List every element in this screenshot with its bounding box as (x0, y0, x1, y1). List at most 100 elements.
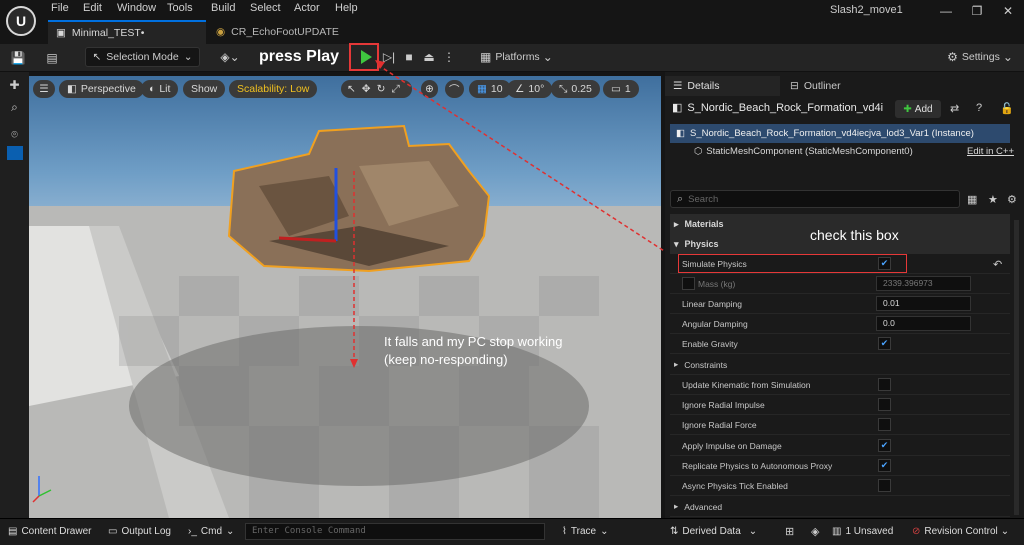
property-row: Update Kinematic from Simulation (670, 375, 1010, 395)
add-component-button[interactable]: ✚ Add (895, 100, 941, 118)
ignore-radial-impulse-checkbox[interactable] (878, 398, 891, 411)
mass-row: Mass (kg) 2339.396973 (670, 274, 1010, 294)
chevron-down-icon: ⌄ (1000, 526, 1010, 537)
content-drawer-label: Content Drawer (21, 526, 92, 537)
ignore-radial-force-checkbox[interactable] (878, 418, 891, 431)
enable-gravity-label: Enable Gravity (682, 338, 738, 349)
output-log-label: Output Log (121, 526, 171, 537)
apply-impulse-label: Apply Impulse on Damage (682, 440, 782, 451)
mass-override-checkbox[interactable] (682, 277, 695, 290)
details-tab-label: Details (687, 80, 720, 92)
output-log-button[interactable]: ▭ Output Log (108, 526, 171, 537)
enable-gravity-row: Enable Gravity ✔ (670, 334, 1010, 354)
console-placeholder: Enter Console Command (252, 526, 366, 536)
network-icon[interactable]: ⊞ (785, 525, 794, 538)
notification-icon[interactable]: ◈ (811, 525, 819, 538)
help-icon[interactable]: ? (976, 102, 982, 114)
details-scrollbar[interactable] (1014, 220, 1019, 515)
property-row: Replicate Physics to Autonomous Proxy ✔ (670, 456, 1010, 476)
content-drawer-button[interactable]: ▤ Content Drawer (8, 526, 91, 537)
search-placeholder: Search (688, 193, 719, 205)
property-row: Ignore Radial Force (670, 415, 1010, 435)
linear-damping-label: Linear Damping (682, 298, 743, 309)
constraints-label: Constraints (684, 359, 728, 370)
async-physics-checkbox[interactable] (878, 479, 891, 492)
chevron-right-icon: ▸ (674, 218, 679, 229)
content-drawer-icon: ▤ (8, 526, 18, 537)
revision-control-dropdown[interactable]: ⊘ Revision Control ⌄ (912, 526, 1009, 537)
angular-damping-input[interactable]: 0.0 (876, 316, 971, 331)
async-physics-label: Async Physics Tick Enabled (682, 480, 788, 491)
output-log-icon: ▭ (108, 526, 118, 537)
search-icon: ⌕ (677, 192, 684, 205)
advanced-label: Advanced (684, 501, 723, 512)
static-mesh-icon: ⬡ (694, 146, 703, 157)
instance-label: S_Nordic_Beach_Rock_Formation_vd4iecjva_… (689, 128, 974, 139)
advanced-row[interactable]: ▸ Advanced (670, 497, 1010, 517)
trace-dropdown[interactable]: ⌇ Trace ⌄ (562, 526, 608, 537)
physics-label: Physics (684, 239, 719, 249)
edit-in-cpp-link[interactable]: Edit in C++ (967, 146, 1014, 157)
apply-impulse-checkbox[interactable]: ✔ (878, 439, 891, 452)
actor-icon: ◧ (676, 128, 685, 139)
property-row: Ignore Radial Impulse (670, 395, 1010, 415)
settings-gear-icon[interactable]: ⚙ (1007, 193, 1017, 206)
actor-name: ◧ S_Nordic_Beach_Rock_Formation_vd4i (672, 101, 883, 114)
derived-data-label: Derived Data (682, 526, 741, 537)
annotation-check-box: check this box (810, 227, 899, 243)
property-matrix-icon[interactable]: ▦ (967, 193, 977, 206)
mass-value: 2339.396973 (876, 276, 971, 291)
derived-data-dropdown[interactable]: ⇅ Derived Data ⌄ (670, 526, 757, 537)
constraints-row[interactable]: ▸ Constraints (670, 355, 1010, 375)
tab-details[interactable]: ☰ Details (665, 76, 780, 96)
add-label: Add (914, 103, 933, 115)
favorite-star-icon[interactable]: ★ (988, 193, 998, 206)
lock-icon[interactable]: 🔓 (1000, 102, 1014, 115)
chevron-down-icon: ⌄ (226, 526, 235, 537)
actor-icon: ◧ (672, 102, 683, 114)
chevron-down-icon: ⌄ (748, 526, 758, 537)
search-input[interactable]: ⌕ Search (670, 190, 960, 208)
materials-label: Materials (684, 219, 724, 229)
derived-data-icon: ⇅ (670, 526, 679, 537)
unsaved-label: 1 Unsaved (845, 526, 894, 537)
annotation-checkbox-highlight (678, 254, 907, 273)
property-row: Apply Impulse on Damage ✔ (670, 436, 1010, 456)
cmd-label: Cmd (200, 526, 223, 537)
outliner-icon: ⊟ (790, 80, 799, 92)
replicate-physics-label: Replicate Physics to Autonomous Proxy (682, 460, 833, 471)
angular-damping-label: Angular Damping (682, 318, 748, 329)
console-input[interactable]: Enter Console Command (245, 523, 545, 540)
tab-outliner[interactable]: ⊟ Outliner (782, 76, 882, 96)
unsaved-button[interactable]: ▥ 1 Unsaved (832, 526, 893, 537)
update-kinematic-checkbox[interactable] (878, 378, 891, 391)
ignore-radial-force-label: Ignore Radial Force (682, 419, 757, 430)
mass-label: Mass (kg) (698, 278, 736, 289)
revision-control-icon: ⊘ (912, 526, 921, 537)
property-row: Async Physics Tick Enabled (670, 476, 1010, 496)
blueprint-convert-icon[interactable]: ⇄ (950, 102, 959, 115)
enable-gravity-checkbox[interactable]: ✔ (878, 337, 891, 350)
linear-damping-input[interactable]: 0.01 (876, 296, 971, 311)
plus-icon: ✚ (903, 103, 912, 115)
chevron-right-icon: ▸ (674, 359, 679, 369)
actor-name-label: S_Nordic_Beach_Rock_Formation_vd4i (687, 102, 884, 114)
cmd-dropdown[interactable]: ›_ Cmd ⌄ (188, 526, 234, 537)
ignore-radial-impulse-label: Ignore Radial Impulse (682, 399, 765, 410)
replicate-physics-checkbox[interactable]: ✔ (878, 459, 891, 472)
update-kinematic-label: Update Kinematic from Simulation (682, 379, 811, 390)
instance-row[interactable]: ◧ S_Nordic_Beach_Rock_Formation_vd4iecjva… (670, 124, 1010, 143)
component-row[interactable]: ⬡ StaticMeshComponent (StaticMeshComponen… (694, 146, 913, 157)
chevron-down-icon: ▾ (674, 238, 679, 249)
unsaved-icon: ▥ (832, 526, 842, 537)
angular-damping-row: Angular Damping 0.0 (670, 314, 1010, 334)
details-icon: ☰ (673, 80, 683, 92)
chevron-down-icon: ⌄ (600, 526, 609, 537)
outliner-tab-label: Outliner (803, 80, 841, 92)
revision-control-label: Revision Control (924, 526, 998, 537)
component-label: StaticMeshComponent (StaticMeshComponent… (706, 146, 913, 157)
linear-damping-row: Linear Damping 0.01 (670, 294, 1010, 314)
chevron-right-icon: ▸ (674, 501, 679, 511)
reset-icon[interactable]: ↶ (993, 258, 1002, 271)
trace-icon: ⌇ (562, 526, 567, 537)
